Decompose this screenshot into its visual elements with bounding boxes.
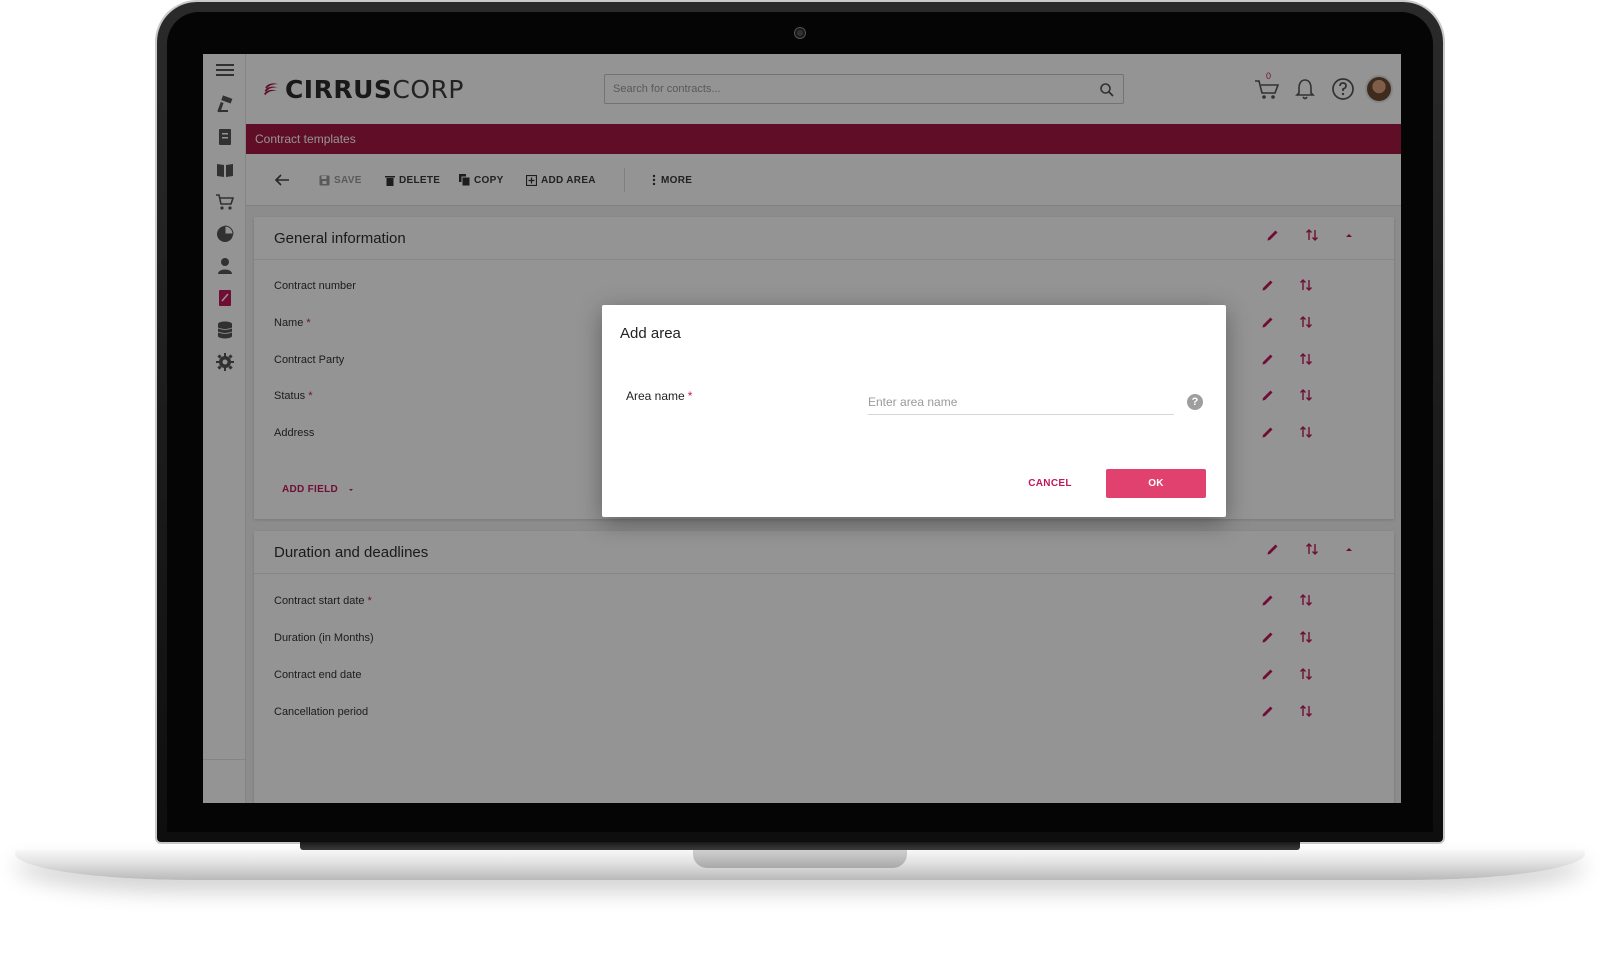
cancel-button[interactable]: CANCEL [1008, 469, 1092, 497]
app-screen: CIRRUSCORP 0 Contract templates [203, 54, 1401, 803]
camera-icon [795, 28, 805, 38]
ok-button[interactable]: OK [1106, 469, 1206, 498]
laptop-base-notch [693, 850, 907, 868]
help-icon[interactable]: ? [1187, 394, 1203, 410]
dialog-title: Add area [620, 325, 681, 342]
area-name-label: Area name * [626, 389, 693, 403]
add-area-dialog: Add area Area name* ? CANCEL OK [602, 305, 1226, 517]
area-name-input[interactable] [868, 389, 1174, 415]
laptop-hinge [300, 842, 1300, 850]
